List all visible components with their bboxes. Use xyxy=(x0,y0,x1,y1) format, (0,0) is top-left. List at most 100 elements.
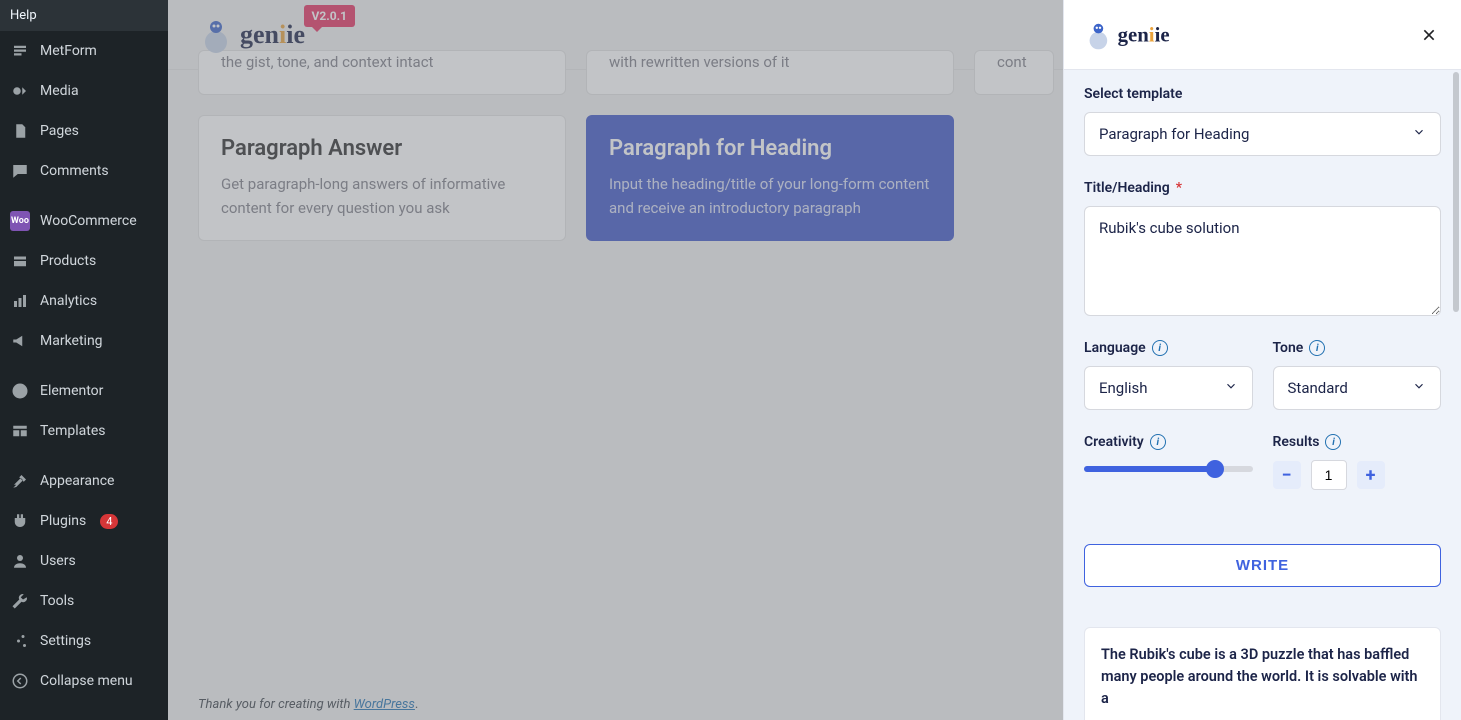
slider-fill xyxy=(1084,466,1215,472)
info-icon[interactable]: i xyxy=(1325,434,1341,450)
select-value: English xyxy=(1099,379,1148,397)
elementor-icon xyxy=(10,381,30,401)
sidebar-item-analytics[interactable]: Analytics xyxy=(0,281,168,321)
sidebar-item-metform[interactable]: MetForm xyxy=(0,31,168,71)
creativity-slider[interactable] xyxy=(1084,466,1253,472)
plugin-icon xyxy=(10,511,30,531)
close-icon xyxy=(1421,27,1437,43)
collapse-icon xyxy=(10,671,30,691)
language-group: Language i English xyxy=(1084,340,1253,410)
heading-input[interactable] xyxy=(1084,206,1441,316)
user-icon xyxy=(10,551,30,571)
chevron-down-icon xyxy=(1412,379,1426,397)
sidebar-item-plugins[interactable]: Plugins 4 xyxy=(0,501,168,541)
slider-thumb[interactable] xyxy=(1206,460,1224,478)
results-label: Results i xyxy=(1273,434,1442,450)
sidebar-item-label: Pages xyxy=(40,123,79,139)
help-link[interactable]: Help xyxy=(0,0,168,31)
sidebar-item-products[interactable]: Products xyxy=(0,241,168,281)
info-icon[interactable]: i xyxy=(1152,340,1168,356)
sidebar-item-label: Users xyxy=(40,553,76,569)
creativity-label: Creativity i xyxy=(1084,434,1253,450)
sidebar-item-label: Elementor xyxy=(40,383,103,399)
sidebar-item-label: Analytics xyxy=(40,293,97,309)
sidebar-item-pages[interactable]: Pages xyxy=(0,111,168,151)
results-group: Results i − + xyxy=(1273,434,1442,490)
template-select[interactable]: Paragraph for Heading xyxy=(1084,112,1441,156)
sidebar-item-label: Templates xyxy=(40,423,106,439)
media-icon xyxy=(10,81,30,101)
update-badge: 4 xyxy=(100,514,118,529)
admin-sidebar: Help MetForm Media Pages Comments Woo Wo… xyxy=(0,0,168,720)
write-button[interactable]: WRITE xyxy=(1084,544,1441,587)
collapse-menu[interactable]: Collapse menu xyxy=(0,661,168,701)
scrollbar[interactable] xyxy=(1453,72,1459,312)
sidebar-item-tools[interactable]: Tools xyxy=(0,581,168,621)
products-icon xyxy=(10,251,30,271)
increment-button[interactable]: + xyxy=(1357,461,1385,489)
wrench-icon xyxy=(10,591,30,611)
brush-icon xyxy=(10,471,30,491)
language-select[interactable]: English xyxy=(1084,366,1253,410)
result-output[interactable]: The Rubik's cube is a 3D puzzle that has… xyxy=(1084,627,1441,720)
sidebar-item-label: Media xyxy=(40,83,79,99)
decrement-button[interactable]: − xyxy=(1273,461,1301,489)
language-label: Language i xyxy=(1084,340,1253,356)
chevron-down-icon xyxy=(1412,125,1426,143)
sidebar-item-label: Tools xyxy=(40,593,74,609)
select-value: Paragraph for Heading xyxy=(1099,125,1249,143)
megaphone-icon xyxy=(10,331,30,351)
template-label: Select template xyxy=(1084,86,1441,102)
chevron-down-icon xyxy=(1224,379,1238,397)
info-icon[interactable]: i xyxy=(1150,434,1166,450)
sidebar-item-label: WooCommerce xyxy=(40,213,137,229)
sidebar-item-elementor[interactable]: Elementor xyxy=(0,371,168,411)
modal-backdrop[interactable] xyxy=(168,0,1063,720)
sidebar-item-label: Collapse menu xyxy=(40,673,133,689)
sidebar-item-label: MetForm xyxy=(40,43,97,59)
sidebar-item-media[interactable]: Media xyxy=(0,71,168,111)
heading-input-group: Title/Heading* xyxy=(1084,180,1441,316)
sidebar-separator xyxy=(0,361,168,371)
close-panel-button[interactable] xyxy=(1417,23,1441,47)
panel-body: Select template Paragraph for Heading Ti… xyxy=(1064,70,1461,720)
tone-select[interactable]: Standard xyxy=(1273,366,1442,410)
sidebar-item-label: Products xyxy=(40,253,96,269)
sidebar-item-templates[interactable]: Templates xyxy=(0,411,168,451)
sidebar-item-label: Comments xyxy=(40,163,109,179)
comments-icon xyxy=(10,161,30,181)
lang-tone-row: Language i English Tone i Standard xyxy=(1084,340,1441,434)
sidebar-item-marketing[interactable]: Marketing xyxy=(0,321,168,361)
tone-group: Tone i Standard xyxy=(1273,340,1442,410)
sidebar-item-comments[interactable]: Comments xyxy=(0,151,168,191)
template-select-group: Select template Paragraph for Heading xyxy=(1084,86,1441,156)
sidebar-item-label: Marketing xyxy=(40,333,103,349)
info-icon[interactable]: i xyxy=(1309,340,1325,356)
tone-label: Tone i xyxy=(1273,340,1442,356)
form-icon xyxy=(10,41,30,61)
analytics-icon xyxy=(10,291,30,311)
sidebar-menu: MetForm Media Pages Comments Woo WooComm… xyxy=(0,31,168,720)
results-input[interactable] xyxy=(1311,460,1347,490)
sidebar-separator xyxy=(0,451,168,461)
sidebar-item-settings[interactable]: Settings xyxy=(0,621,168,661)
sidebar-item-woocommerce[interactable]: Woo WooCommerce xyxy=(0,201,168,241)
templates-icon xyxy=(10,421,30,441)
creativity-results-row: Creativity i Results i − + xyxy=(1084,434,1441,514)
heading-label: Title/Heading* xyxy=(1084,180,1441,196)
sidebar-item-appearance[interactable]: Appearance xyxy=(0,461,168,501)
genie-panel: geniie Select template Paragraph for Hea… xyxy=(1063,0,1461,720)
woocommerce-icon: Woo xyxy=(10,211,30,231)
sidebar-item-label: Appearance xyxy=(40,473,114,489)
panel-brand: geniie xyxy=(1084,20,1170,49)
pages-icon xyxy=(10,121,30,141)
genie-logo-icon xyxy=(1084,20,1113,49)
results-stepper: − + xyxy=(1273,460,1442,490)
sidebar-item-users[interactable]: Users xyxy=(0,541,168,581)
sidebar-item-label: Plugins xyxy=(40,513,86,529)
sliders-icon xyxy=(10,631,30,651)
select-value: Standard xyxy=(1288,379,1348,397)
sidebar-separator xyxy=(0,191,168,201)
creativity-group: Creativity i xyxy=(1084,434,1253,490)
brand-name: geniie xyxy=(1118,22,1170,46)
